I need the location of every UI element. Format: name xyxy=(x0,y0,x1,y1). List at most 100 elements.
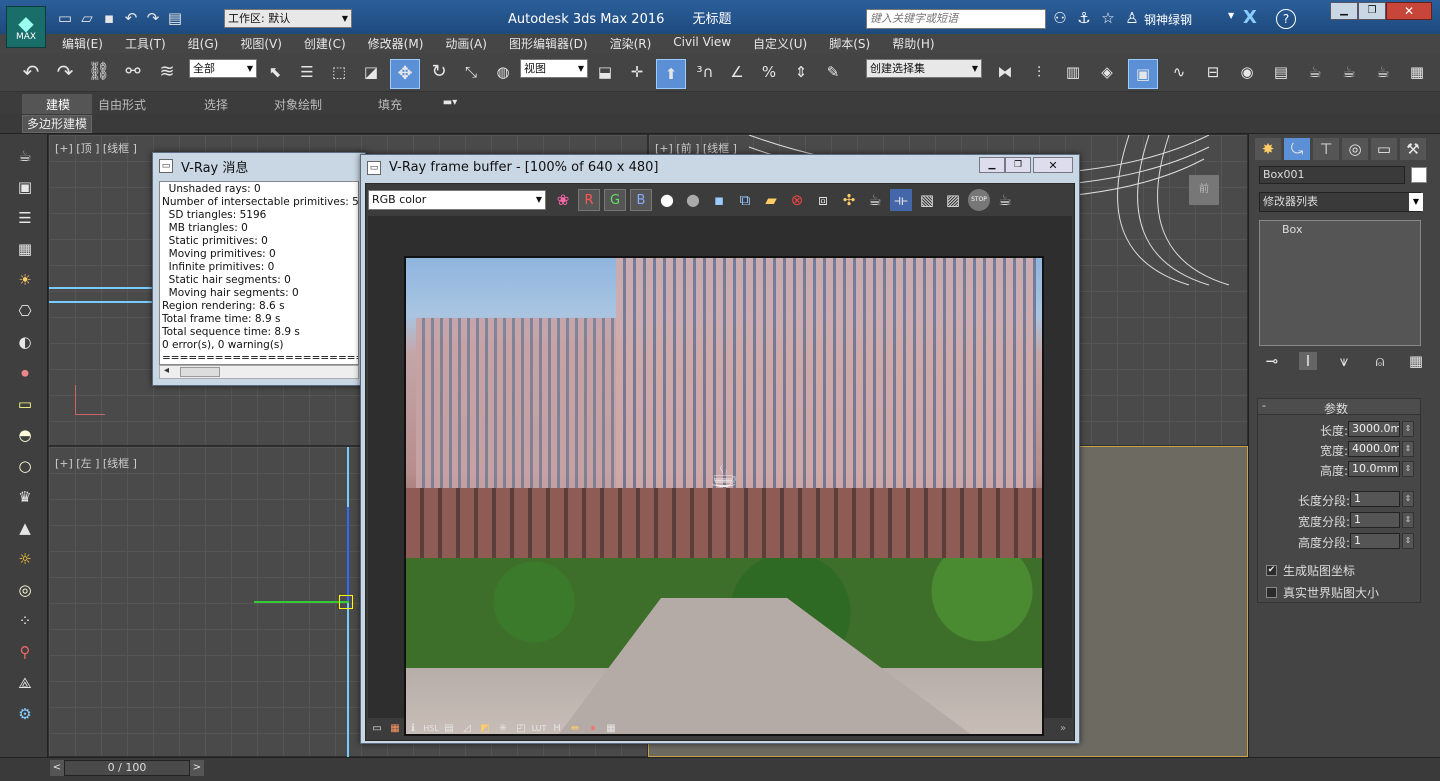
star-icon[interactable]: ☆ xyxy=(1100,10,1116,26)
panel-icon[interactable]: ▭ xyxy=(370,722,384,736)
make-unique-icon[interactable]: ⩛ xyxy=(1335,352,1353,370)
minimize-button[interactable]: ▁ xyxy=(1330,2,1358,20)
link-icon[interactable]: ⛓ xyxy=(86,59,112,85)
render-teapot-icon[interactable]: ☕ xyxy=(994,189,1016,211)
layers-icon[interactable]: ◈ xyxy=(1094,59,1120,85)
molecule-icon[interactable]: ⚲ xyxy=(12,640,38,664)
render-iterative-icon[interactable]: ☕ xyxy=(1370,59,1396,85)
param-input[interactable]: 1 xyxy=(1350,491,1400,507)
green-channel-button[interactable]: G xyxy=(604,189,626,211)
plane-icon[interactable]: ▭ xyxy=(12,392,38,416)
percent-snap-icon[interactable]: % xyxy=(756,59,782,85)
white-circle-icon[interactable]: ● xyxy=(656,189,678,211)
lens-icon[interactable]: ◰ xyxy=(514,722,528,736)
color-channels-icon[interactable]: ❀ xyxy=(552,189,574,211)
color-correction-icon[interactable]: ▦ xyxy=(388,722,402,736)
viewcube[interactable]: 前 xyxy=(1189,175,1219,205)
horizontal-scrollbar[interactable]: ◂ xyxy=(159,365,359,379)
rendered-frame-icon[interactable]: ☕ xyxy=(1302,59,1328,85)
info-icon[interactable]: ℹ xyxy=(406,722,420,736)
table-icon[interactable]: ▦ xyxy=(12,237,38,261)
hsl-icon[interactable]: HSL xyxy=(423,722,439,736)
undo-icon[interactable]: ↶ xyxy=(122,9,140,27)
stop-button[interactable]: STOP xyxy=(968,189,990,211)
pyramid-icon[interactable]: ⟁ xyxy=(12,671,38,695)
menu-item[interactable]: 组(G) xyxy=(188,35,219,52)
poly-modeling-tab[interactable]: 多边形建模 xyxy=(22,115,93,133)
param-input[interactable]: 10.0mm xyxy=(1348,461,1400,477)
chevron-down-icon[interactable]: ▼ xyxy=(1228,12,1234,20)
gizmo-center[interactable] xyxy=(339,595,353,609)
spinner-icon[interactable]: ⇕ xyxy=(1402,421,1414,437)
maximize-button[interactable]: ❐ xyxy=(1358,2,1386,20)
scale-icon[interactable]: ⤡ xyxy=(458,59,484,85)
new-file-icon[interactable]: ▭ xyxy=(56,9,74,27)
user-icon[interactable]: ♙ xyxy=(1124,10,1140,26)
align-icon[interactable]: ⫶ xyxy=(1026,59,1052,85)
ribbon-tab[interactable]: 自由形式 xyxy=(98,96,204,113)
ribbon-toggle-icon[interactable]: ▬▾ xyxy=(440,96,460,110)
chevron-left-icon[interactable]: ◂ xyxy=(164,365,169,376)
ab-compare-icon[interactable]: ⏸ xyxy=(586,722,600,736)
modifier-stack[interactable]: Box xyxy=(1259,220,1421,346)
sun-icon[interactable]: ☼ xyxy=(12,547,38,571)
particles-icon[interactable]: ⁘ xyxy=(12,609,38,633)
modifier-list-select[interactable]: 修改器列表 xyxy=(1259,192,1421,212)
menu-item[interactable]: 帮助(H) xyxy=(892,35,934,52)
menu-item[interactable]: 创建(C) xyxy=(304,35,346,52)
menu-item[interactable]: Civil View xyxy=(673,35,731,52)
app-logo[interactable]: ◆ MAX xyxy=(6,6,46,48)
render-canvas[interactable]: ☕ xyxy=(368,216,1072,736)
menu-item[interactable]: 视图(V) xyxy=(240,35,282,52)
dome-icon[interactable]: ◓ xyxy=(12,423,38,447)
reference-coord-select[interactable]: 视图 ▼ xyxy=(520,59,588,78)
chevron-right-icon[interactable]: > xyxy=(190,760,204,776)
curve-editor-icon[interactable]: ∿ xyxy=(1166,59,1192,85)
select-by-name-icon[interactable]: ☰ xyxy=(294,59,320,85)
checkbox[interactable] xyxy=(1266,586,1277,598)
keyboard-shortcut-icon[interactable]: ⬆ xyxy=(656,59,686,89)
ribbon-tab[interactable]: 选择 xyxy=(204,96,274,113)
rotate-icon[interactable]: ↻ xyxy=(426,59,452,85)
rollout-header[interactable]: - 参数 xyxy=(1258,399,1420,416)
stack-item[interactable]: Box xyxy=(1282,223,1302,236)
redo-icon[interactable]: ↷ xyxy=(144,9,162,27)
spinner-icon[interactable]: ⇕ xyxy=(1402,491,1414,507)
mirror-icon[interactable]: ⧓ xyxy=(992,59,1018,85)
message-log[interactable]: Unshaded rays: 0 Number of intersectable … xyxy=(159,181,359,365)
edit-named-sel-icon[interactable]: ✎ xyxy=(820,59,846,85)
menu-item[interactable]: 脚本(S) xyxy=(829,35,870,52)
curve-icon[interactable]: ◿ xyxy=(460,722,474,736)
menu-item[interactable]: 渲染(R) xyxy=(610,35,652,52)
render-teapot-icon[interactable]: ☕ xyxy=(864,189,886,211)
ribbon-tab[interactable]: 填充 xyxy=(378,96,418,113)
pin-stack-icon[interactable]: ⊸ xyxy=(1263,352,1281,370)
menu-item[interactable]: 工具(T) xyxy=(125,35,166,52)
spinner-icon[interactable]: ⇕ xyxy=(1402,512,1414,528)
user-name[interactable]: 钢神绿钢 xyxy=(1144,11,1192,28)
spinner-icon[interactable]: ⇕ xyxy=(1402,441,1414,457)
spinner-icon[interactable]: ⇕ xyxy=(1402,533,1414,549)
region-render-icon[interactable]: ▧ xyxy=(916,189,938,211)
hierarchy-tab-icon[interactable]: ⊤ xyxy=(1313,138,1339,160)
levels-icon[interactable]: ▤ xyxy=(442,722,456,736)
close-button[interactable]: ✕ xyxy=(1386,2,1432,20)
menu-item[interactable]: 动画(A) xyxy=(445,35,487,52)
pivot-icon[interactable]: ⬓ xyxy=(592,59,618,85)
maximize-button[interactable]: ❐ xyxy=(1005,157,1031,173)
scene-explorer-icon[interactable]: ▣ xyxy=(1128,59,1158,89)
render-last-icon[interactable]: ▨ xyxy=(942,189,964,211)
select-object-icon[interactable]: ⬉ xyxy=(262,59,288,85)
expand-icon[interactable]: » xyxy=(1056,722,1070,736)
place-icon[interactable]: ◍ xyxy=(490,59,516,85)
scroll-thumb[interactable] xyxy=(180,367,220,377)
camera-icon[interactable]: ⎔ xyxy=(12,299,38,323)
viewport-label[interactable]: [+] [左 ] [线框 ] xyxy=(55,455,137,471)
param-input[interactable]: 1 xyxy=(1350,512,1400,528)
bind-spacewarp-icon[interactable]: ≋ xyxy=(154,59,180,85)
remove-modifier-icon[interactable]: ⍝ xyxy=(1371,352,1389,370)
menu-item[interactable]: 修改器(M) xyxy=(368,35,424,52)
minimize-button[interactable]: ▁ xyxy=(979,157,1005,173)
channel-select[interactable]: RGB color ▼ xyxy=(368,190,546,210)
project-icon[interactable]: ▤ xyxy=(166,9,184,27)
